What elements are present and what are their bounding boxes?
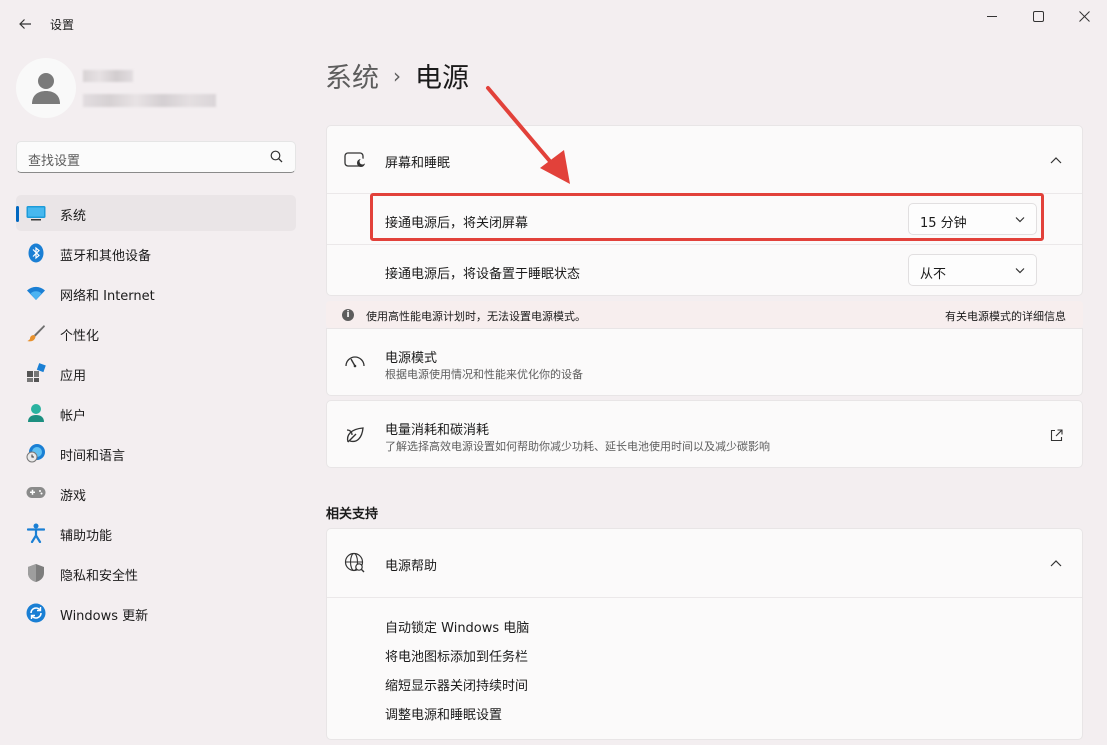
sidebar-item-network[interactable]: 网络和 Internet [16,275,296,311]
search-placeholder: 查找设置 [28,154,81,169]
user-icon [32,73,60,104]
sidebar-item-privacy[interactable]: 隐私和安全性 [16,555,296,591]
screen-off-select[interactable]: 15 分钟 [908,203,1037,235]
sidebar-item-accessibility[interactable]: 辅助功能 [16,515,296,551]
external-link-icon [1048,427,1064,443]
sidebar-item-label: 蓝牙和其他设备 [60,249,152,264]
power-mode-subtitle: 根据电源使用情况和性能来优化你的设备 [385,368,583,381]
sidebar-item-system[interactable]: 系统 [16,195,296,231]
screen-sleep-title: 屏幕和睡眠 [385,156,451,171]
globe-search-icon [343,551,367,575]
gauge-icon [343,350,367,374]
screen-sleep-icon [343,148,367,172]
sidebar-item-label: 系统 [60,209,87,224]
sidebar-item-accounts[interactable]: 帐户 [16,395,296,431]
sidebar-item-label: 个性化 [60,329,100,344]
user-name-blurred [83,70,133,82]
info-text: 使用高性能电源计划时，无法设置电源模式。 [366,310,586,323]
power-mode-title: 电源模式 [385,351,438,366]
power-mode-card: 电源模式 根据电源使用情况和性能来优化你的设备 [326,328,1083,396]
help-link[interactable]: 将电池图标添加到任务栏 [385,646,528,665]
sidebar-item-windows-update[interactable]: Windows 更新 [16,595,296,631]
help-link[interactable]: 自动锁定 Windows 电脑 [385,617,529,636]
power-help-header[interactable]: 电源帮助 [327,529,1082,597]
sidebar-item-personalization[interactable]: 个性化 [16,315,296,351]
back-button[interactable] [12,11,38,37]
breadcrumb-parent[interactable]: 系统 [325,56,379,95]
divider [327,193,1082,194]
help-link[interactable]: 调整电源和睡眠设置 [385,704,502,723]
divider [327,597,1082,598]
sleep-value: 从不 [920,267,947,282]
sidebar-item-label: 游戏 [60,489,87,504]
sidebar-item-label: 时间和语言 [60,449,126,464]
minimize-button[interactable] [969,4,1015,28]
sidebar-item-label: 应用 [60,369,87,384]
sidebar-nav: 系统 蓝牙和其他设备 网络和 Internet 个性化 应用 帐户 时间和语言 … [16,195,296,635]
chevron-down-icon [1015,268,1025,274]
screen-off-value: 15 分钟 [920,216,967,231]
account-icon [26,403,46,423]
sidebar-item-label: 帐户 [60,409,87,424]
sidebar-item-label: Windows 更新 [60,609,149,624]
chevron-up-icon [1048,152,1064,168]
sidebar-item-gaming[interactable]: 游戏 [16,475,296,511]
sleep-label: 接通电源后，将设备置于睡眠状态 [385,267,581,282]
globe-clock-icon [26,443,46,463]
power-mode-info-link[interactable]: 有关电源模式的详细信息 [945,308,1066,324]
system-display-icon [26,203,46,223]
leaf-icon [343,423,367,447]
chevron-up-icon [1048,555,1064,571]
sidebar-item-apps[interactable]: 应用 [16,355,296,391]
close-icon [1078,10,1090,22]
divider [327,244,1082,245]
sidebar-item-label: 隐私和安全性 [60,569,139,584]
sidebar-item-time-language[interactable]: 时间和语言 [16,435,296,471]
energy-subtitle: 了解选择高效电源设置如何帮助你减少功耗、延长电池使用时间以及减少碳影响 [385,440,770,453]
user-email-blurred [83,94,216,107]
chevron-down-icon [1015,217,1025,223]
sidebar-item-label: 网络和 Internet [60,289,155,304]
paintbrush-icon [26,323,46,343]
maximize-button[interactable] [1015,4,1061,28]
close-button[interactable] [1061,4,1107,28]
screen-sleep-card: 屏幕和睡眠 接通电源后，将关闭屏幕 15 分钟 接通电源后，将设备置于睡眠状态 … [326,125,1083,296]
active-indicator [16,206,19,222]
title-bar: 设置 [0,0,1107,46]
help-link[interactable]: 缩短显示器关闭持续时间 [385,675,528,694]
search-icon [270,150,283,163]
energy-card[interactable]: 电量消耗和碳消耗 了解选择高效电源设置如何帮助你减少功耗、延长电池使用时间以及减… [326,400,1083,468]
apps-icon [26,363,46,383]
related-support-heading: 相关支持 [326,507,379,522]
screen-sleep-header[interactable]: 屏幕和睡眠 [327,126,1082,193]
shield-icon [26,563,46,583]
minimize-icon [987,16,997,17]
update-icon [26,603,46,623]
maximize-icon [1032,10,1044,22]
page-title: 电源 [415,63,469,94]
breadcrumb: 系统 › 电源 [325,56,469,95]
back-arrow-icon [19,19,31,29]
gamepad-icon [26,483,46,503]
search-input[interactable]: 查找设置 [16,141,296,173]
screen-off-label: 接通电源后，将关闭屏幕 [385,216,529,231]
info-bar: i 使用高性能电源计划时，无法设置电源模式。 有关电源模式的详细信息 [326,301,1083,328]
sidebar-item-label: 辅助功能 [60,529,113,544]
power-help-card: 电源帮助 自动锁定 Windows 电脑 将电池图标添加到任务栏 缩短显示器关闭… [326,528,1083,740]
wifi-icon [26,283,46,303]
app-title: 设置 [50,18,75,32]
energy-title: 电量消耗和碳消耗 [385,423,490,438]
accessibility-icon [26,523,46,543]
info-icon: i [342,309,354,321]
breadcrumb-separator: › [393,63,401,88]
sidebar-item-bluetooth[interactable]: 蓝牙和其他设备 [16,235,296,271]
bluetooth-icon [26,243,46,263]
power-help-title: 电源帮助 [385,559,438,574]
sleep-select[interactable]: 从不 [908,254,1037,286]
avatar [16,58,76,118]
